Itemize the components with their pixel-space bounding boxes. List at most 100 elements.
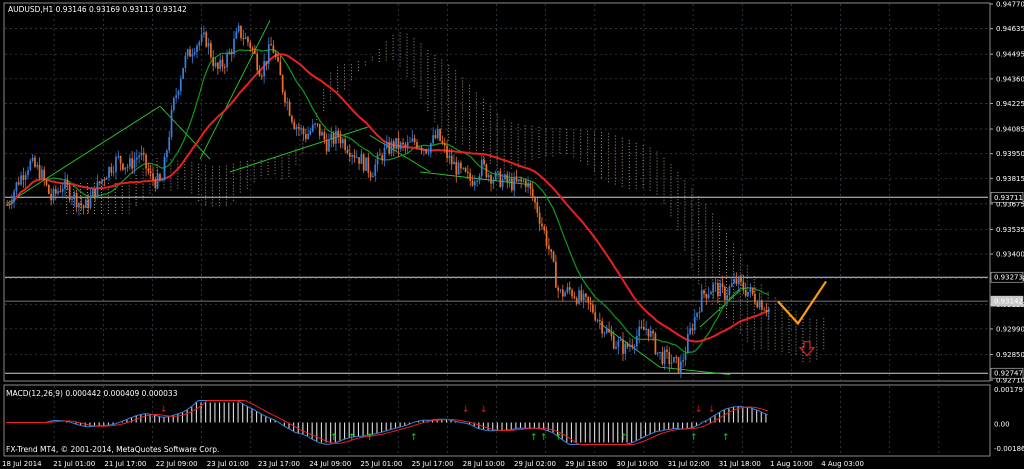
cloud-dot (267, 162, 269, 164)
cloud-dot (712, 255, 714, 257)
cloud-dot (649, 159, 651, 161)
cloud-dot (753, 306, 755, 308)
candle-body (754, 293, 756, 303)
cloud-dot (191, 162, 193, 164)
candle-body (460, 162, 462, 169)
cloud-dot (649, 150, 651, 152)
time-tick-label: 21 Jul 17:00 (104, 460, 146, 468)
cloud-dot (726, 308, 728, 310)
candle-body (499, 171, 502, 187)
cloud-dot (198, 163, 200, 165)
cloud-dot (663, 190, 665, 192)
cloud-dot (614, 135, 616, 137)
macd-bar (654, 422, 656, 433)
trading-chart[interactable]: ↓ ↓ ↓ ↓ ↓↑ ↑ ↑ ↑ ↑ ↑ ↑ ↑ ↑ ↑ AUDUSD,H1 0.93146 0.9316… (0, 0, 1024, 469)
cloud-dot (705, 225, 707, 227)
cloud-dot (781, 347, 783, 349)
macd-bar (506, 422, 508, 431)
cloud-dot (114, 207, 116, 209)
cloud-dot (705, 282, 707, 284)
cloud-dot (337, 66, 339, 68)
candle-body (115, 157, 117, 172)
cloud-dot (455, 94, 457, 96)
cloud-dot (600, 153, 602, 155)
cloud-dot (462, 89, 464, 91)
cloud-dot (482, 155, 484, 157)
cloud-dot (760, 344, 762, 346)
cloud-dot (469, 94, 471, 96)
candle-body (592, 304, 594, 313)
cloud-dot (184, 179, 186, 181)
cloud-dot (712, 228, 714, 230)
cloud-dot (469, 118, 471, 120)
cloud-dot (614, 156, 616, 158)
cloud-dot (621, 146, 623, 148)
cloud-dot (746, 337, 748, 339)
candle-body (478, 175, 481, 181)
candle-body (624, 343, 627, 354)
candle-body (455, 161, 458, 175)
cloud-dot (510, 134, 512, 136)
candle-body (168, 136, 171, 151)
macd-bar (390, 422, 392, 430)
macd-bar (214, 402, 216, 423)
cloud-dot (489, 105, 491, 107)
macd-bar (260, 413, 262, 423)
candle-body (80, 203, 83, 206)
candle-body (376, 154, 379, 165)
cloud-dot (656, 184, 658, 186)
cloud-dot (413, 86, 415, 88)
cloud-dot (225, 204, 227, 206)
cloud-dot (482, 143, 484, 145)
candle-body (703, 290, 705, 294)
cloud-dot (566, 146, 568, 148)
cloud-dot (712, 261, 714, 263)
cloud-dot (656, 157, 658, 159)
cloud-dot (774, 342, 776, 344)
candle-body (210, 43, 212, 58)
candle-body (147, 168, 150, 172)
macd-bar (732, 406, 735, 423)
cloud-dot (788, 351, 790, 353)
cloud-dot (469, 109, 471, 111)
cloud-dot (218, 190, 220, 192)
cloud-dot (482, 110, 484, 112)
cloud-dot (823, 324, 825, 326)
cloud-dot (753, 324, 755, 326)
cloud-dot (469, 133, 471, 135)
cloud-dot (739, 296, 741, 298)
cloud-dot (399, 35, 401, 37)
candle-body (101, 179, 103, 184)
cloud-dot (580, 151, 582, 153)
candle-body (617, 340, 620, 347)
cloud-dot (288, 154, 290, 156)
cloud-dot (441, 116, 443, 118)
cloud-dot (107, 204, 109, 206)
cloud-dot (691, 221, 693, 223)
cloud-dot (656, 160, 658, 162)
cloud-dot (621, 149, 623, 151)
cloud-dot (489, 117, 491, 119)
cloud-dot (281, 169, 283, 171)
cloud-dot (267, 171, 269, 173)
cloud-dot (691, 188, 693, 190)
candle-body (598, 320, 601, 322)
cloud-dot (344, 67, 346, 69)
candle-body (263, 61, 265, 77)
candle-body (260, 75, 263, 77)
price-panel[interactable] (3, 2, 991, 382)
cloud-dot (420, 70, 422, 72)
cloud-dot (712, 249, 714, 251)
cloud-dot (705, 237, 707, 239)
cloud-dot (753, 312, 755, 314)
cloud-dot (684, 240, 686, 242)
cloud-dot (413, 53, 415, 55)
macd-bar (640, 422, 642, 439)
cloud-dot (816, 319, 818, 321)
candle-body (344, 139, 347, 151)
candle-body (177, 91, 180, 96)
candle-body (402, 142, 404, 145)
candle-body (212, 57, 215, 67)
candle-body (339, 136, 342, 144)
cloud-dot (392, 37, 394, 39)
